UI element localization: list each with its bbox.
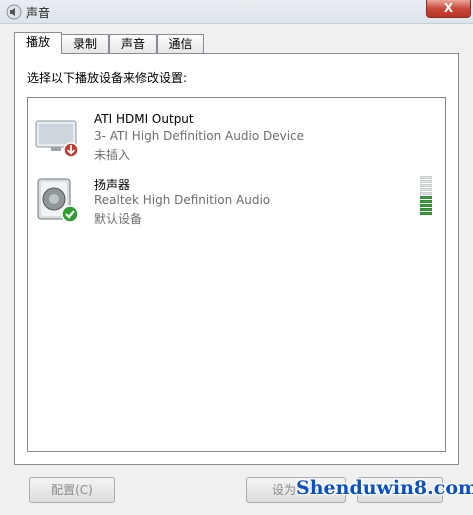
device-item-hdmi[interactable]: ATI HDMI Output 3- ATI High Definition A… <box>28 108 445 168</box>
volume-level-meter <box>420 176 432 218</box>
meter-segment <box>420 208 432 211</box>
tab-recording[interactable]: 录制 <box>61 34 109 53</box>
meter-segment <box>420 180 432 183</box>
watermark-text: Shenduwin8.com <box>296 477 473 499</box>
tab-sounds[interactable]: 声音 <box>109 34 157 53</box>
close-icon: X <box>443 1 454 15</box>
device-description: Realtek High Definition Audio <box>94 193 271 207</box>
monitor-icon <box>35 120 79 158</box>
device-item-speakers[interactable]: 扬声器 Realtek High Definition Audio 默认设备 <box>28 172 445 232</box>
speaker-icon <box>37 178 79 223</box>
meter-segment <box>420 200 432 203</box>
meter-segment <box>420 196 432 199</box>
meter-segment <box>420 192 432 195</box>
device-name: 扬声器 <box>94 178 131 192</box>
speaker-app-icon <box>6 4 22 20</box>
tab-communications[interactable]: 通信 <box>157 34 204 53</box>
instruction-label: 选择以下播放设备来修改设置: <box>27 71 188 85</box>
meter-segment <box>420 184 432 187</box>
device-status: 未插入 <box>94 148 131 162</box>
meter-segment <box>420 188 432 191</box>
configure-button[interactable]: 配置(C) <box>29 477 115 503</box>
close-button[interactable]: X <box>426 0 471 18</box>
device-list: ATI HDMI Output 3- ATI High Definition A… <box>27 97 446 452</box>
tab-playback[interactable]: 播放 <box>14 32 62 54</box>
device-description: 3- ATI High Definition Audio Device <box>94 129 305 143</box>
tab-panel: 选择以下播放设备来修改设置: ATI HDMI Output 3- ATI Hi… <box>14 53 459 465</box>
device-name: ATI HDMI Output <box>94 112 194 126</box>
meter-segment <box>420 204 432 207</box>
window-title: 声音 <box>26 6 51 20</box>
title-bar: 声音 X <box>0 0 473 24</box>
device-status: 默认设备 <box>94 212 143 226</box>
meter-segment <box>420 176 432 179</box>
meter-segment <box>420 212 432 215</box>
